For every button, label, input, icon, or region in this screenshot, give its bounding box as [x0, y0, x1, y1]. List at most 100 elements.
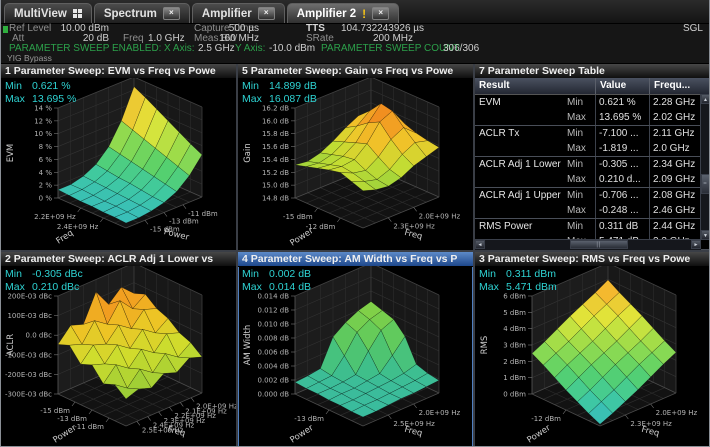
svg-text:Power: Power: [288, 226, 315, 249]
col-result: Result: [479, 80, 510, 91]
close-icon[interactable]: ×: [372, 7, 390, 20]
window-1-evm[interactable]: 1 Parameter Sweep: EVM vs Freq vs Powe M…: [1, 64, 236, 250]
window-title[interactable]: 1 Parameter Sweep: EVM vs Freq vs Powe: [1, 64, 236, 79]
close-icon[interactable]: ×: [162, 7, 180, 20]
svg-text:Power: Power: [163, 227, 191, 243]
svg-text:Power: Power: [288, 423, 315, 446]
svg-text:15.8 dB: 15.8 dB: [262, 130, 289, 138]
measurement-grid: 1 Parameter Sweep: EVM vs Freq vs Powe M…: [1, 64, 709, 446]
min-max-readout: Min 0.621 % Max 13.695 %: [5, 80, 77, 105]
col-value: Value: [595, 78, 649, 94]
min-max-readout: Min -0.305 dBc Max 0.210 dBc: [5, 268, 83, 293]
svg-text:-12 dBm: -12 dBm: [531, 415, 561, 423]
svg-text:15.0 dB: 15.0 dB: [262, 182, 289, 190]
svg-text:0 dBm: 0 dBm: [503, 391, 526, 399]
warning-icon: !: [362, 6, 367, 21]
table-header: Result Value Frequ...: [475, 78, 709, 95]
window-title[interactable]: 2 Parameter Sweep: ACLR Adj 1 Lower vs: [1, 252, 236, 267]
tab-amplifier[interactable]: Amplifier ×: [191, 3, 285, 23]
svg-text:-15 dBm: -15 dBm: [40, 407, 70, 415]
svg-text:0.002 dB: 0.002 dB: [257, 377, 289, 385]
info-row-3: PARAMETER SWEEP ENABLED: X Axis: 2.5 GHz…: [1, 44, 709, 54]
tab-multiview[interactable]: MultiView: [4, 3, 92, 23]
y-axis-value: -10.0 dBm: [269, 43, 316, 54]
svg-text:-13 dBm: -13 dBm: [169, 218, 199, 226]
svg-text:15.6 dB: 15.6 dB: [262, 143, 289, 151]
svg-text:0.008 dB: 0.008 dB: [257, 335, 289, 343]
table-row[interactable]: ACLR Adj 1 Lower Min -0.305 ... 2.34 GHz Max…: [475, 157, 709, 188]
parameter-sweep-table: Result Value Frequ... EVM Min 0.621 % 2.28 …: [475, 78, 709, 250]
table-row[interactable]: ACLR Tx Min -7.100 ... 2.11 GHz Max -1.819 ..…: [475, 126, 709, 157]
sweep-count-value: 306/306: [443, 43, 480, 54]
col-frequency: Frequ...: [649, 78, 697, 94]
svg-text:-15 dBm: -15 dBm: [283, 213, 313, 221]
horizontal-scrollbar[interactable]: ◄ || ►: [475, 239, 701, 250]
x-axis-label: X Axis:: [164, 43, 195, 54]
svg-text:2.0E+09 Hz: 2.0E+09 Hz: [419, 212, 461, 220]
svg-text:Power: Power: [51, 423, 78, 446]
svg-text:Power: Power: [525, 423, 552, 446]
tab-label: Spectrum: [103, 7, 157, 20]
svg-text:RMS: RMS: [480, 336, 490, 355]
window-title[interactable]: 3 Parameter Sweep: RMS vs Freq vs Powe: [475, 252, 709, 267]
tab-label: Amplifier 2: [296, 7, 357, 20]
multiview-grid-icon: [72, 9, 82, 18]
scroll-left-icon[interactable]: ◄: [475, 240, 485, 249]
svg-text:4 %: 4 %: [39, 169, 53, 177]
window-2-aclr[interactable]: 2 Parameter Sweep: ACLR Adj 1 Lower vs M…: [1, 252, 236, 446]
svg-text:0.0 dBc: 0.0 dBc: [26, 332, 53, 340]
window-title[interactable]: 7 Parameter Sweep Table: [475, 64, 709, 79]
svg-text:AM Width: AM Width: [243, 325, 253, 366]
svg-text:-11 dBm: -11 dBm: [188, 210, 218, 218]
channel-tab-bar: MultiView Spectrum × Amplifier × Amplifi…: [1, 0, 709, 24]
tab-spectrum[interactable]: Spectrum ×: [93, 3, 190, 23]
window-3-rms[interactable]: 3 Parameter Sweep: RMS vs Freq vs Powe M…: [475, 252, 709, 446]
svg-text:-300E-03 dBc: -300E-03 dBc: [5, 391, 52, 399]
tab-amplifier-2[interactable]: Amplifier 2 ! ×: [286, 3, 400, 23]
svg-text:2 dBm: 2 dBm: [503, 358, 526, 366]
y-axis-label: Y Axis:: [235, 43, 266, 54]
svg-text:Gain: Gain: [243, 143, 253, 163]
svg-text:5 dBm: 5 dBm: [503, 309, 526, 317]
svg-text:16.0 dB: 16.0 dB: [262, 117, 289, 125]
scroll-down-icon[interactable]: ▼: [701, 230, 709, 240]
vertical-scrollbar[interactable]: ▲ = ▼: [700, 94, 709, 240]
scroll-up-icon[interactable]: ▲: [701, 94, 709, 104]
channel-info-bar[interactable]: Ref Level 10.00 dBm Capture Time 500 µs …: [1, 24, 709, 64]
close-icon[interactable]: ×: [257, 7, 275, 20]
window-7-sweep-table[interactable]: 7 Parameter Sweep Table Result Value Fre…: [475, 64, 709, 250]
svg-text:0.000 dB: 0.000 dB: [257, 391, 289, 399]
sweep-mode-badge: SGL: [682, 23, 703, 34]
svg-text:ACLR: ACLR: [6, 334, 16, 356]
svg-text:1 dBm: 1 dBm: [503, 374, 526, 382]
svg-text:EVM: EVM: [6, 144, 16, 163]
window-4-am-width[interactable]: 4 Parameter Sweep: AM Width vs Freq vs P…: [238, 252, 473, 446]
scroll-right-icon[interactable]: ►: [691, 240, 701, 249]
vertical-scroll-thumb[interactable]: =: [701, 174, 709, 195]
svg-text:4 dBm: 4 dBm: [503, 325, 526, 333]
svg-text:10 %: 10 %: [34, 130, 52, 138]
svg-text:-13 dBm: -13 dBm: [294, 415, 324, 423]
svg-text:14.8 dB: 14.8 dB: [262, 195, 289, 203]
svg-text:12 %: 12 %: [34, 117, 52, 125]
svg-text:3 dBm: 3 dBm: [503, 342, 526, 350]
svg-text:2.0E+09 Hz: 2.0E+09 Hz: [196, 403, 236, 411]
window-title[interactable]: 5 Parameter Sweep: Gain vs Freq vs Powe: [238, 64, 473, 79]
window-title-selected[interactable]: 4 Parameter Sweep: AM Width vs Freq vs P: [238, 252, 473, 267]
svg-text:0.006 dB: 0.006 dB: [257, 349, 289, 357]
horizontal-scroll-thumb[interactable]: ||: [569, 240, 628, 249]
table-row[interactable]: EVM Min 0.621 % 2.28 GHz Max 13.695 % 2.02 GHz: [475, 95, 709, 126]
svg-text:2.2E+09 Hz: 2.2E+09 Hz: [34, 213, 76, 221]
table-row[interactable]: ACLR Adj 1 Upper Min -0.706 ... 2.08 GHz Max…: [475, 188, 709, 219]
svg-text:2.0E+09 Hz: 2.0E+09 Hz: [656, 409, 698, 417]
sweep-count-label: PARAMETER SWEEP COUNT:: [321, 43, 462, 54]
svg-text:-11 dBm: -11 dBm: [74, 423, 104, 431]
window-5-gain[interactable]: 5 Parameter Sweep: Gain vs Freq vs Powe …: [238, 64, 473, 250]
svg-text:0 %: 0 %: [39, 195, 53, 203]
tab-label: MultiView: [14, 7, 67, 20]
x-axis-value: 2.5 GHz: [198, 43, 235, 54]
svg-text:100E-03 dBc: 100E-03 dBc: [7, 312, 52, 320]
min-max-readout: Min 14.899 dB Max 16.087 dB: [242, 80, 317, 105]
yig-bypass-label: YIG Bypass: [7, 53, 52, 63]
svg-text:-13 dBm: -13 dBm: [57, 415, 87, 423]
